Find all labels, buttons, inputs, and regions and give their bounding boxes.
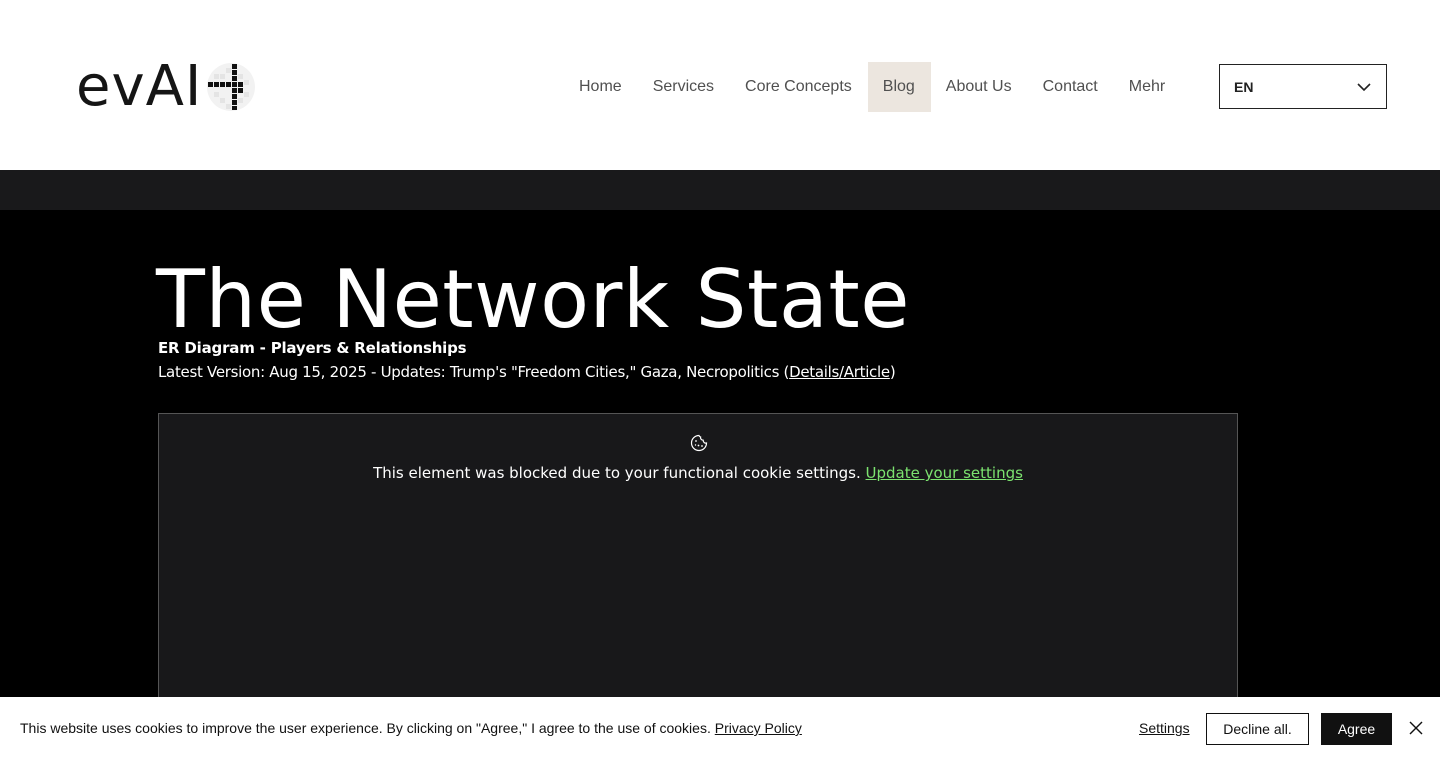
main-nav: Home Services Core Concepts Blog About U… [564,62,1181,112]
blocked-embed-placeholder: This element was blocked due to your fun… [158,413,1238,715]
page-title: The Network State [156,253,910,346]
blocked-message: This element was blocked due to your fun… [159,464,1237,482]
nav-item-contact[interactable]: Contact [1028,62,1114,112]
logo-pixel-mark-icon [207,63,255,111]
decline-all-button[interactable]: Decline all. [1206,713,1309,745]
language-selector[interactable]: EN [1219,64,1387,109]
version-text: Latest Version: Aug 15, 2025 - Updates: … [158,363,790,381]
cookie-icon [690,434,708,452]
version-close-paren: ) [889,363,896,381]
cookie-banner: This website uses cookies to improve the… [0,697,1440,761]
site-logo[interactable]: evAI [76,52,255,122]
privacy-policy-link[interactable]: Privacy Policy [715,720,802,736]
cookie-banner-message: This website uses cookies to improve the… [20,720,802,736]
details-article-link[interactable]: Details/Article [789,363,890,381]
nav-item-services[interactable]: Services [638,62,730,112]
language-selected: EN [1234,78,1254,95]
agree-button[interactable]: Agree [1321,713,1392,745]
nav-item-home[interactable]: Home [564,62,638,112]
cookie-settings-link[interactable]: Settings [1139,720,1190,736]
logo-text: evAI [76,54,203,119]
site-header: evAI Home Services Core Concepts Blog Ab… [0,0,1440,170]
cookie-banner-text: This website uses cookies to improve the… [20,720,711,736]
page-subtitle: ER Diagram - Players & Relationships [158,339,467,357]
nav-item-about-us[interactable]: About Us [931,62,1028,112]
chevron-down-icon [1357,82,1371,91]
nav-item-blog[interactable]: Blog [867,62,931,112]
close-icon[interactable] [1408,720,1424,736]
version-info: Latest Version: Aug 15, 2025 - Updates: … [158,363,896,381]
nav-item-core-concepts[interactable]: Core Concepts [730,62,868,112]
blocked-message-text: This element was blocked due to your fun… [373,464,861,482]
nav-item-more[interactable]: Mehr [1114,62,1181,112]
update-settings-link[interactable]: Update your settings [866,464,1023,482]
header-divider-band [0,170,1440,210]
